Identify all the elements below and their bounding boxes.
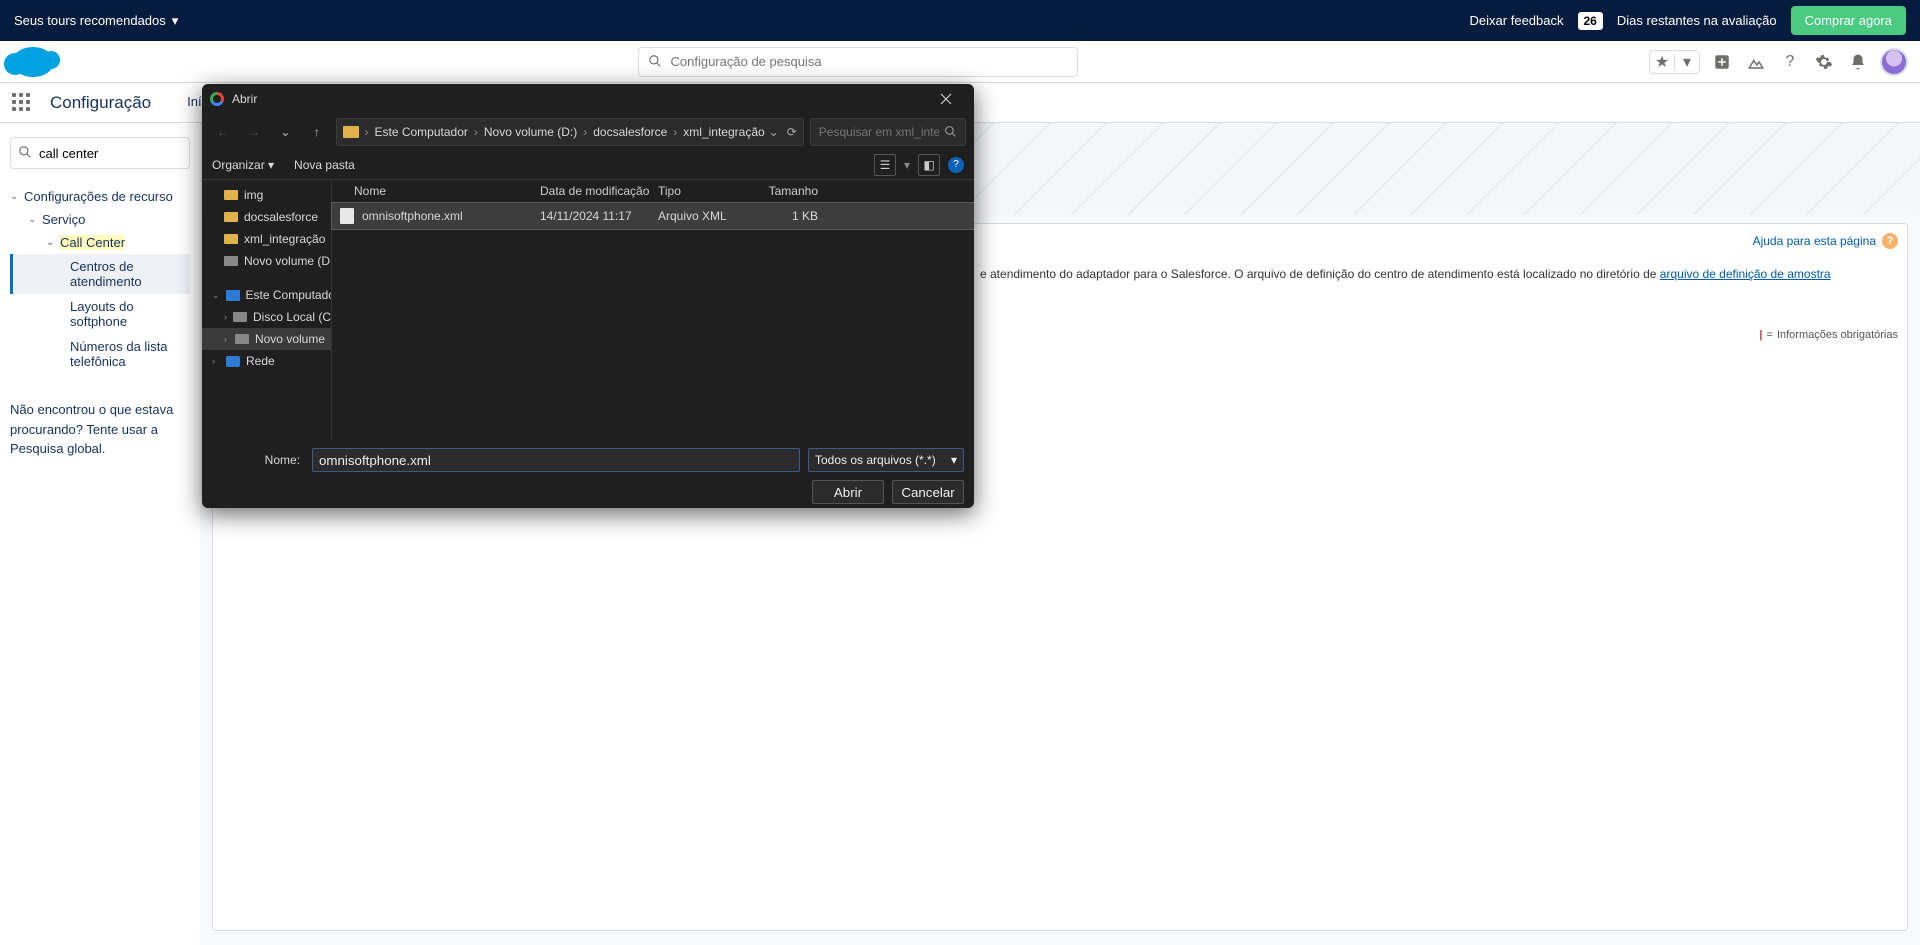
- organize-menu[interactable]: Organizar ▾: [212, 158, 274, 172]
- gear-icon[interactable]: [1812, 50, 1836, 74]
- sidebar-footer-hint: Não encontrou o que estava procurando? T…: [10, 400, 190, 459]
- file-list: Nome Data de modificação Tipo Tamanho om…: [332, 180, 974, 440]
- days-remaining-label: Dias restantes na avaliação: [1617, 13, 1777, 28]
- tree-drive-novo[interactable]: Novo volume (D: [202, 250, 331, 272]
- feedback-link[interactable]: Deixar feedback: [1470, 13, 1564, 28]
- file-type-filter[interactable]: Todos os arquivos (*.*)▾: [808, 448, 964, 472]
- add-icon[interactable]: [1710, 50, 1734, 74]
- global-header: ★ ▾ ?: [0, 41, 1920, 83]
- sidebar-search-input[interactable]: [10, 137, 190, 169]
- salesforce-logo[interactable]: [12, 47, 54, 77]
- dialog-title: Abrir: [232, 92, 257, 106]
- file-open-dialog: Abrir ← → ⌄ ↑ › Este Computador› Novo vo…: [202, 84, 974, 508]
- help-for-page-link[interactable]: Ajuda para esta página ?: [1753, 233, 1898, 249]
- chevron-down-icon: ⌄: [46, 237, 56, 248]
- app-name: Configuração: [50, 93, 151, 113]
- global-search-input[interactable]: [638, 47, 1078, 77]
- star-icon[interactable]: ★: [1650, 50, 1674, 74]
- file-row[interactable]: omnisoftphone.xml 14/11/2024 11:17 Arqui…: [332, 203, 974, 229]
- refresh-icon[interactable]: ⟳: [787, 125, 797, 139]
- page-description: e atendimento do adaptador para o Salesf…: [980, 265, 1898, 283]
- filename-label: Nome:: [212, 453, 304, 467]
- close-icon[interactable]: [926, 84, 966, 114]
- view-list-icon[interactable]: ☰: [874, 154, 896, 176]
- trailhead-icon[interactable]: [1744, 50, 1768, 74]
- tours-label: Seus tours recomendados: [14, 13, 166, 28]
- network-icon: [226, 356, 240, 367]
- dialog-search-input[interactable]: [811, 119, 965, 145]
- chevron-down-icon: ▾: [951, 453, 957, 467]
- search-icon: [648, 54, 662, 68]
- search-icon: [944, 125, 957, 138]
- tree-drive-d[interactable]: ›Novo volume: [202, 328, 331, 350]
- back-icon[interactable]: ←: [210, 119, 235, 145]
- help-icon: ?: [1882, 233, 1898, 249]
- chevron-down-icon[interactable]: ▾: [1675, 50, 1699, 74]
- dialog-footer: Nome: Todos os arquivos (*.*)▾ Abrir Can…: [202, 440, 974, 508]
- filename-input[interactable]: [312, 448, 800, 472]
- chevron-down-icon: ⌄: [28, 214, 38, 225]
- col-type[interactable]: Tipo: [658, 184, 758, 198]
- chevron-down-icon[interactable]: ⌄: [769, 125, 779, 139]
- folder-icon: [224, 190, 238, 200]
- dialog-toolbar: Organizar ▾ Nova pasta ☰ ▾ ◧ ?: [202, 150, 974, 180]
- open-button[interactable]: Abrir: [812, 480, 884, 504]
- required-info-legend: | = Informações obrigatórias: [1759, 329, 1898, 341]
- tree-service[interactable]: ⌄ Serviço: [10, 208, 190, 231]
- folder-icon: [224, 234, 238, 244]
- help-icon[interactable]: ?: [948, 157, 964, 173]
- dialog-nav: ← → ⌄ ↑ › Este Computador› Novo volume (…: [202, 114, 974, 150]
- tree-network[interactable]: ›Rede: [202, 350, 331, 372]
- chevron-down-icon[interactable]: ⌄: [273, 119, 298, 145]
- col-name[interactable]: Nome: [340, 184, 540, 198]
- pc-icon: [226, 290, 240, 301]
- dialog-titlebar: Abrir: [202, 84, 974, 114]
- bell-icon[interactable]: [1846, 50, 1870, 74]
- sample-definition-link[interactable]: arquivo de definição de amostra: [1660, 267, 1831, 281]
- new-folder-button[interactable]: Nova pasta: [294, 158, 355, 172]
- chevron-down-icon: ▾: [172, 13, 179, 29]
- chevron-down-icon: ⌄: [10, 191, 20, 202]
- address-bar[interactable]: › Este Computador› Novo volume (D:)› doc…: [336, 118, 804, 146]
- global-search: [638, 47, 1078, 77]
- favorites-split-button[interactable]: ★ ▾: [1649, 50, 1700, 74]
- dialog-search: [810, 118, 966, 146]
- tree-call-center[interactable]: ⌄ Call Center: [10, 231, 190, 254]
- folder-icon: [343, 126, 359, 138]
- tree-folder-xml[interactable]: xml_integração: [202, 228, 331, 250]
- chrome-icon: [210, 92, 224, 106]
- tree-folder-docsalesforce[interactable]: docsalesforce: [202, 206, 331, 228]
- dialog-folder-tree: img docsalesforce xml_integração Novo vo…: [202, 180, 332, 440]
- file-icon: [340, 208, 354, 224]
- setup-sidebar: ⌄ Configurações de recurso ⌄ Serviço ⌄ C…: [0, 123, 200, 945]
- tree-folder-img[interactable]: img: [202, 184, 331, 206]
- forward-icon[interactable]: →: [241, 119, 266, 145]
- folder-icon: [224, 212, 238, 222]
- tours-dropdown[interactable]: Seus tours recomendados ▾: [14, 13, 178, 29]
- tree-feature-settings[interactable]: ⌄ Configurações de recurso: [10, 185, 190, 208]
- search-icon: [18, 145, 32, 159]
- leaf-call-centers[interactable]: Centros de atendimento: [10, 254, 190, 294]
- avatar[interactable]: [1880, 48, 1908, 76]
- buy-now-button[interactable]: Comprar agora: [1791, 6, 1906, 35]
- leaf-directory-numbers[interactable]: Números da lista telefônica: [10, 334, 190, 374]
- tree-drive-c[interactable]: ›Disco Local (C: [202, 306, 331, 328]
- days-remaining-badge: 26: [1578, 12, 1603, 30]
- drive-icon: [233, 312, 247, 322]
- preview-pane-icon[interactable]: ◧: [918, 154, 940, 176]
- leaf-softphone-layouts[interactable]: Layouts do softphone: [10, 294, 190, 334]
- col-size[interactable]: Tamanho: [758, 184, 818, 198]
- help-icon[interactable]: ?: [1778, 50, 1802, 74]
- up-icon[interactable]: ↑: [304, 119, 329, 145]
- trial-banner: Seus tours recomendados ▾ Deixar feedbac…: [0, 0, 1920, 41]
- cancel-button[interactable]: Cancelar: [892, 480, 964, 504]
- list-header: Nome Data de modificação Tipo Tamanho: [332, 180, 974, 203]
- drive-icon: [224, 256, 238, 266]
- tree-this-pc[interactable]: ⌄Este Computado: [202, 284, 331, 306]
- col-date[interactable]: Data de modificação: [540, 184, 658, 198]
- chevron-down-icon[interactable]: ▾: [904, 158, 910, 172]
- app-launcher-icon[interactable]: [12, 93, 32, 113]
- drive-icon: [235, 334, 249, 344]
